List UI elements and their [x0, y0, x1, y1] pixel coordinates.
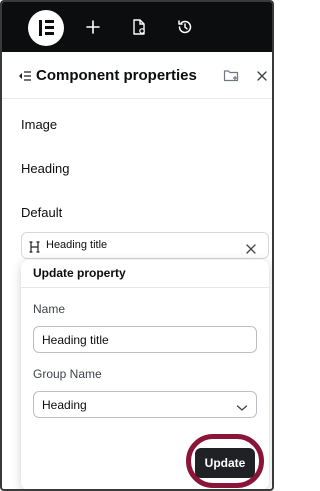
update-property-popover: Update property Name Group Name Heading … [21, 260, 269, 489]
elementor-logo-icon[interactable] [28, 10, 64, 46]
popover-header: Update property [21, 260, 269, 288]
group-heading-label[interactable]: Heading [21, 161, 69, 176]
new-folder-icon[interactable] [223, 67, 239, 83]
panel-header: Component properties [2, 52, 272, 99]
property-chip-label: Heading title [46, 239, 108, 251]
property-chip[interactable]: Heading title [21, 232, 269, 259]
group-name-label: Group Name [33, 367, 102, 381]
remove-property-icon[interactable] [246, 241, 256, 254]
app-frame: Component properties Image Heading Defau… [0, 0, 274, 491]
page-settings-icon[interactable] [127, 15, 151, 39]
popover-title: Update property [33, 266, 126, 280]
close-icon[interactable] [256, 69, 268, 81]
name-input[interactable] [33, 326, 257, 353]
update-button[interactable]: Update [195, 448, 255, 478]
group-default-label[interactable]: Default [21, 205, 62, 220]
top-bar [2, 2, 272, 52]
name-label: Name [33, 302, 66, 316]
group-name-select[interactable]: Heading [33, 391, 257, 418]
chevron-down-icon [236, 400, 248, 411]
plus-icon[interactable] [81, 15, 105, 39]
panel-title: Component properties [36, 67, 197, 84]
history-icon[interactable] [173, 15, 197, 39]
heading-icon [29, 240, 40, 253]
component-list-icon [18, 69, 32, 81]
group-image-label[interactable]: Image [21, 117, 57, 132]
group-name-value: Heading [42, 398, 87, 412]
